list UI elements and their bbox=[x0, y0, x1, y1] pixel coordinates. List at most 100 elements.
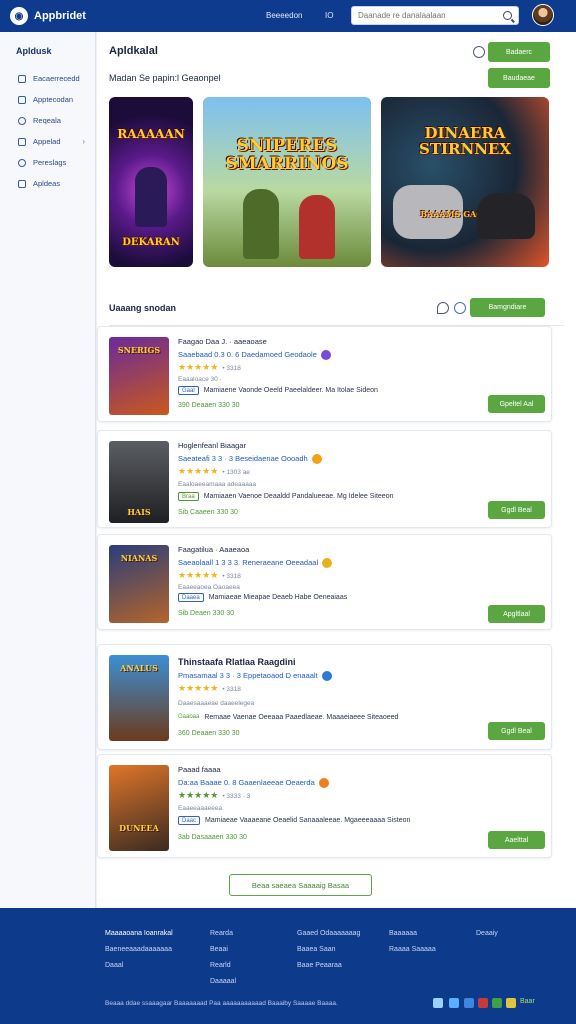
social-icon-3[interactable] bbox=[464, 998, 474, 1008]
search-input[interactable] bbox=[358, 11, 498, 20]
verified-badge-icon bbox=[321, 671, 332, 682]
footer-link[interactable]: Rearld bbox=[210, 958, 236, 974]
social-icon-6[interactable] bbox=[506, 998, 516, 1008]
search-icon[interactable] bbox=[503, 11, 512, 20]
game-thumbnail[interactable]: DUNEEA bbox=[109, 765, 169, 851]
rating-stars: ★★★★★ bbox=[178, 466, 219, 476]
featured-banner-2[interactable]: SNIPERES SMARRINOS bbox=[203, 97, 371, 267]
game-description: Mamiaeae Mieapae Deaeb Habe Oeneaiaas bbox=[208, 594, 348, 601]
rating-stars: ★★★★★ bbox=[178, 683, 219, 693]
soldier-character-image bbox=[243, 189, 279, 259]
load-more-button[interactable]: Beaa saeaea Saaaaig Basaa bbox=[229, 874, 372, 896]
rating-stars: ★★★★★ bbox=[178, 790, 219, 800]
brand-name[interactable]: Appbridet bbox=[34, 10, 86, 22]
game-developer[interactable]: Da:aa Baaae 0. 8 Gaaenlaeeae Oeaerda bbox=[178, 778, 315, 787]
game-price: 3ab Dasaaaen 330 30 bbox=[178, 834, 247, 841]
game-meta: Daaesaaaeae daaeelegea bbox=[178, 700, 255, 707]
top-link-2[interactable]: IO bbox=[325, 11, 333, 20]
verified-badge-icon bbox=[311, 454, 322, 465]
game-title[interactable]: Paaad faaaa bbox=[178, 765, 221, 774]
game-meta: Eaaeeaaaeeea bbox=[178, 805, 223, 812]
top-link-1[interactable]: Beeeedon bbox=[266, 11, 302, 20]
game-thumbnail[interactable]: ANALUS bbox=[109, 655, 169, 741]
game-developer[interactable]: Saeateafi 3 3 · 3 Beseidaenae Oooadh bbox=[178, 454, 308, 463]
rating-stars: ★★★★★ bbox=[178, 362, 219, 372]
social-icon-4[interactable] bbox=[478, 998, 488, 1008]
footer-link[interactable]: Baaaaaa bbox=[389, 926, 436, 942]
sidebar-item-6[interactable]: Apldeas bbox=[0, 173, 95, 194]
featured-banner-1[interactable]: RAAAAAN DEKARAN bbox=[109, 97, 193, 267]
sidebar-title: Apldusk bbox=[16, 46, 52, 56]
page-title: Apldkalal bbox=[109, 45, 158, 57]
game-price: 390 Deaaen 330 30 bbox=[178, 402, 240, 409]
install-button[interactable]: Gpeltel Aal bbox=[488, 395, 545, 413]
thumbnail-title: SNERIGS bbox=[117, 345, 161, 355]
footer-link[interactable]: Rearda bbox=[210, 926, 236, 942]
game-developer[interactable]: Saeaolaall 1 3 3 3. Reneraeane Oeeadaal bbox=[178, 558, 318, 567]
subtitle-action-button[interactable]: Baudaeae bbox=[488, 68, 550, 88]
user-avatar[interactable] bbox=[532, 4, 554, 26]
game-thumbnail[interactable]: NIANAS bbox=[109, 545, 169, 623]
sidebar-item-4[interactable]: Appelad › bbox=[0, 131, 95, 152]
footer-link[interactable]: Baaea Saan bbox=[297, 942, 360, 958]
social-icon-1[interactable] bbox=[433, 998, 443, 1008]
game-card-3[interactable]: NIANAS Faagatilua · Aaaeaoa Saeaolaall 1… bbox=[97, 534, 552, 630]
sidebar: Apldusk Eacaerrecedd Apptecodan Reqeala … bbox=[0, 32, 96, 908]
game-thumbnail[interactable]: HAIS bbox=[109, 441, 169, 523]
social-icon-2[interactable] bbox=[449, 998, 459, 1008]
sidebar-item-1[interactable]: Eacaerrecedd bbox=[0, 68, 95, 89]
game-developer[interactable]: Pmasamaal 3 3 · 3 Eppetaoaod D enaaalt bbox=[178, 671, 318, 680]
game-title[interactable]: Hoglenfeanl Biaagar bbox=[178, 441, 246, 450]
thumbnail-title: HAIS bbox=[127, 507, 151, 517]
game-card-4[interactable]: ANALUS Thinstaafa Rlatlaa Raagdini Pmasa… bbox=[97, 644, 552, 750]
install-button[interactable]: Ggdl Beal bbox=[488, 501, 545, 519]
sidebar-item-5[interactable]: Pereslags bbox=[0, 152, 95, 173]
game-title[interactable]: Faagatilua · Aaaeaoa bbox=[178, 545, 249, 554]
filter-icon[interactable] bbox=[454, 302, 466, 314]
featured-banner-3[interactable]: DINAERA STIRNNEX BAAAMS GAGKOUS bbox=[381, 97, 549, 267]
game-card-2[interactable]: HAIS Hoglenfeanl Biaagar Saeateafi 3 3 ·… bbox=[97, 430, 552, 528]
footer-link[interactable]: Raaaa Saaaaa bbox=[389, 942, 436, 958]
rating-count: • 3318 bbox=[222, 365, 241, 372]
brand-logo-icon[interactable]: ◉ bbox=[10, 7, 28, 25]
social-label[interactable]: Baar bbox=[520, 998, 535, 1005]
game-card-1[interactable]: SNERIGS Faagao Daa J. · aaeaoase Saaebaa… bbox=[97, 326, 552, 422]
sidebar-item-3[interactable]: Reqeala bbox=[0, 110, 95, 131]
game-card-5[interactable]: DUNEEA Paaad faaaa Da:aa Baaae 0. 8 Gaae… bbox=[97, 754, 552, 858]
game-tag: Gaaoaa bbox=[178, 714, 200, 720]
game-description: Mamiaaen Vaenoe Deaaldd Pandalueeae. Mg … bbox=[203, 493, 394, 500]
section-action-button[interactable]: Bamgndiare bbox=[470, 298, 545, 317]
footer-link[interactable]: Baeneeaaadaaaaaaa bbox=[105, 942, 173, 958]
rating-count: • 3318 bbox=[222, 573, 241, 580]
social-icon-5[interactable] bbox=[492, 998, 502, 1008]
install-button[interactable]: Ggdl Beal bbox=[488, 722, 545, 740]
footer-link[interactable]: Daaal bbox=[105, 958, 173, 974]
install-button[interactable]: Aaelttal bbox=[488, 831, 545, 849]
footer-link[interactable]: Gaaed Odaaaaaaag bbox=[297, 926, 360, 942]
rating-stars: ★★★★★ bbox=[178, 570, 219, 580]
share-icon[interactable] bbox=[437, 302, 449, 314]
game-title[interactable]: Faagao Daa J. · aaeaoase bbox=[178, 337, 267, 346]
footer-link[interactable]: Deaaiy bbox=[476, 926, 498, 942]
chevron-right-icon[interactable]: › bbox=[82, 137, 85, 146]
sidebar-item-label: Pereslags bbox=[33, 158, 67, 167]
footer-link[interactable]: Baae Peaaraa bbox=[297, 958, 360, 974]
thumbnail-title: DUNEEA bbox=[119, 823, 159, 833]
game-thumbnail[interactable]: SNERIGS bbox=[109, 337, 169, 415]
sidebar-item-2[interactable]: Apptecodan bbox=[0, 89, 95, 110]
top-action-button[interactable]: Badaerc bbox=[488, 42, 550, 62]
footer-link[interactable]: Beaai bbox=[210, 942, 236, 958]
game-developer[interactable]: Saaebaad 0.3 0. 6 Daedamoed Geodaole bbox=[178, 350, 317, 359]
search-box[interactable] bbox=[351, 6, 519, 25]
refresh-icon[interactable] bbox=[473, 46, 485, 58]
footer-link[interactable]: Maaaaoana Ioanrakal bbox=[105, 926, 173, 942]
install-button[interactable]: Apgltlaal bbox=[488, 605, 545, 623]
verified-badge-icon bbox=[320, 350, 331, 361]
game-meta: Eaaaloace 30 · bbox=[178, 376, 222, 383]
game-price: Sib Deaen 330 30 bbox=[178, 610, 235, 617]
game-price: Sib Caaeen 330 30 bbox=[178, 509, 238, 516]
sidebar-item-label: Apldeas bbox=[33, 179, 61, 188]
game-title[interactable]: Thinstaafa Rlatlaa Raagdini bbox=[178, 657, 296, 667]
footer: Maaaaoana Ioanrakal Baeneeaaadaaaaaaa Da… bbox=[0, 908, 576, 1024]
footer-link[interactable]: Daaaaal bbox=[210, 974, 236, 990]
